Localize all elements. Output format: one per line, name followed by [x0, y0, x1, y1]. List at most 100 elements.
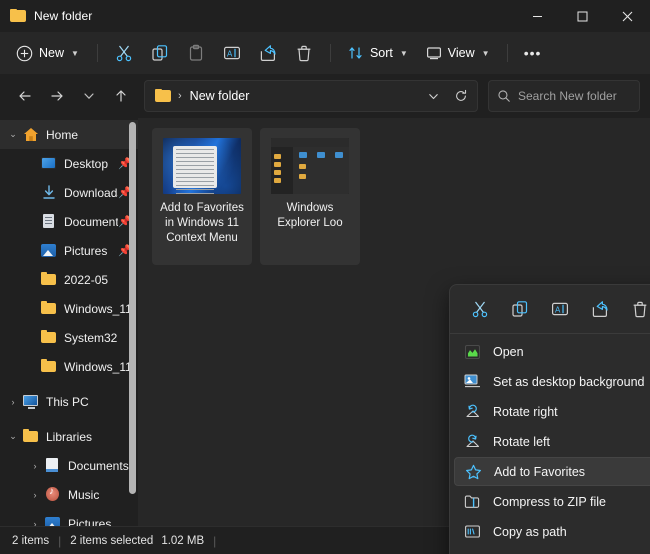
paste-icon[interactable]: [179, 38, 213, 68]
toolbar-divider: [96, 44, 98, 62]
forward-arrow-icon: [51, 91, 63, 101]
back-button[interactable]: [10, 81, 40, 111]
document-icon: [40, 213, 58, 230]
copy-icon[interactable]: [143, 38, 177, 68]
sidebar-scrollbar[interactable]: [129, 122, 136, 494]
cut-icon[interactable]: [462, 293, 498, 325]
menu-item-properties[interactable]: Properties Alt+Enter: [454, 547, 650, 554]
folder-icon: [40, 300, 58, 317]
context-menu-icon-row: A: [450, 288, 650, 330]
menu-item-rotate-left[interactable]: Rotate left: [454, 427, 650, 456]
file-list-pane[interactable]: Add to Favorites in Windows 11 Context M…: [138, 118, 650, 554]
sidebar-item-desktop[interactable]: › Desktop 📌: [0, 149, 138, 178]
close-button[interactable]: [605, 0, 650, 32]
file-explorer-window: New folder New ▼ A Sort ▼ View ▼ ••• › N…: [0, 0, 650, 554]
search-input[interactable]: Search New folder: [518, 89, 617, 103]
maximize-button[interactable]: [560, 0, 605, 32]
see-more-button[interactable]: •••: [517, 38, 549, 68]
item-count: 2 items: [12, 534, 50, 547]
menu-item-label: Rotate right: [493, 404, 558, 419]
sidebar-label: Windows_11_Fil: [64, 359, 132, 374]
thumbnail-detail: [173, 146, 217, 194]
command-bar: New ▼ A Sort ▼ View ▼ •••: [0, 32, 650, 74]
window-controls: [515, 0, 650, 32]
refresh-button[interactable]: [447, 82, 475, 110]
sidebar-item-libraries-music[interactable]: › Music: [0, 480, 138, 509]
delete-icon[interactable]: [287, 38, 321, 68]
menu-divider: [450, 333, 650, 334]
sidebar-label: Documents: [64, 214, 119, 229]
sidebar-label: System32: [64, 330, 118, 345]
folder-icon: [40, 358, 58, 375]
file-tile[interactable]: Windows Explorer Loo: [260, 128, 360, 265]
sidebar-label: Downloads: [64, 185, 119, 200]
up-button[interactable]: [106, 81, 136, 111]
music-icon: [44, 486, 62, 503]
view-button[interactable]: View ▼: [418, 38, 498, 68]
explorer-body: ⌄ Home › Desktop 📌 ›: [0, 118, 650, 554]
selection-count: 2 items selected: [70, 534, 154, 547]
home-icon: [22, 127, 40, 143]
sidebar-item-windows-11-fil[interactable]: › Windows_11_Fil: [0, 352, 138, 381]
minimize-button[interactable]: [515, 0, 560, 32]
sidebar-item-downloads[interactable]: › Downloads 📌: [0, 178, 138, 207]
sidebar-item-home[interactable]: ⌄ Home: [0, 120, 138, 149]
breadcrumb-path[interactable]: New folder: [190, 89, 250, 103]
zip-icon: [463, 494, 481, 510]
menu-item-label: Add to Favorites: [494, 464, 586, 479]
recent-locations-button[interactable]: [74, 81, 104, 111]
desktop-icon: [40, 156, 58, 172]
chevron-right-icon[interactable]: ›: [26, 519, 44, 527]
sidebar-label: Windows_11: [64, 301, 132, 316]
sidebar-item-libraries-pictures[interactable]: › Pictures: [0, 509, 138, 526]
up-arrow-icon: [116, 90, 126, 102]
menu-item-add-to-favorites[interactable]: Add to Favorites: [454, 457, 650, 486]
menu-item-copy-as-path[interactable]: Copy as path Ctrl+Shift+C: [454, 517, 650, 546]
sidebar-label: Libraries: [46, 429, 93, 444]
twisty-placeholder: ›: [22, 304, 40, 314]
sidebar-label: Documents: [68, 458, 129, 473]
sidebar-item-windows-11[interactable]: › Windows_11: [0, 294, 138, 323]
status-separator-2: |: [213, 533, 217, 548]
address-dropdown-button[interactable]: [419, 82, 447, 110]
file-tile[interactable]: Add to Favorites in Windows 11 Context M…: [152, 128, 252, 265]
menu-item-set-as-desktop-background[interactable]: Set as desktop background: [454, 367, 650, 396]
sidebar-item-documents[interactable]: › Documents 📌: [0, 207, 138, 236]
twisty-placeholder: ›: [22, 275, 40, 285]
twisty-placeholder: ›: [22, 362, 40, 372]
sidebar-item-pictures[interactable]: › Pictures 📌: [0, 236, 138, 265]
sidebar-item-libraries-documents[interactable]: › Documents: [0, 451, 138, 480]
menu-item-compress-to-zip-file[interactable]: Compress to ZIP file: [454, 487, 650, 516]
cut-icon[interactable]: [107, 38, 141, 68]
delete-icon[interactable]: [622, 293, 650, 325]
sort-button[interactable]: Sort ▼: [340, 38, 416, 68]
rename-icon[interactable]: A: [215, 38, 249, 68]
sidebar-item-this-pc[interactable]: › This PC: [0, 387, 138, 416]
menu-item-open[interactable]: Open Enter: [454, 337, 650, 366]
chevron-down-icon[interactable]: ⌄: [4, 129, 22, 140]
share-icon[interactable]: [582, 293, 618, 325]
chevron-down-icon[interactable]: ⌄: [4, 431, 22, 442]
refresh-icon: [456, 89, 467, 101]
forward-button[interactable]: [42, 81, 72, 111]
new-button[interactable]: New ▼: [10, 38, 88, 68]
menu-item-label: Compress to ZIP file: [493, 494, 607, 509]
sidebar-item-libraries[interactable]: ⌄ Libraries: [0, 422, 138, 451]
menu-item-label: Copy as path: [493, 524, 567, 539]
sidebar-item-system32[interactable]: › System32: [0, 323, 138, 352]
chevron-right-icon[interactable]: ›: [4, 397, 22, 407]
copy-icon[interactable]: [502, 293, 538, 325]
sidebar-label: Home: [46, 127, 79, 142]
search-box[interactable]: Search New folder: [488, 80, 640, 112]
chevron-right-icon[interactable]: ›: [26, 461, 44, 471]
download-icon: [40, 184, 58, 201]
address-bar[interactable]: › New folder: [144, 80, 478, 112]
sidebar-item-2022-05[interactable]: › 2022-05: [0, 265, 138, 294]
file-name: Windows Explorer Loo: [277, 202, 343, 229]
chevron-right-icon[interactable]: ›: [26, 490, 44, 500]
window-title: New folder: [34, 9, 93, 23]
menu-item-rotate-right[interactable]: Rotate right: [454, 397, 650, 426]
share-icon[interactable]: [251, 38, 285, 68]
chevron-down-icon: [428, 93, 438, 99]
rename-icon[interactable]: A: [542, 293, 578, 325]
